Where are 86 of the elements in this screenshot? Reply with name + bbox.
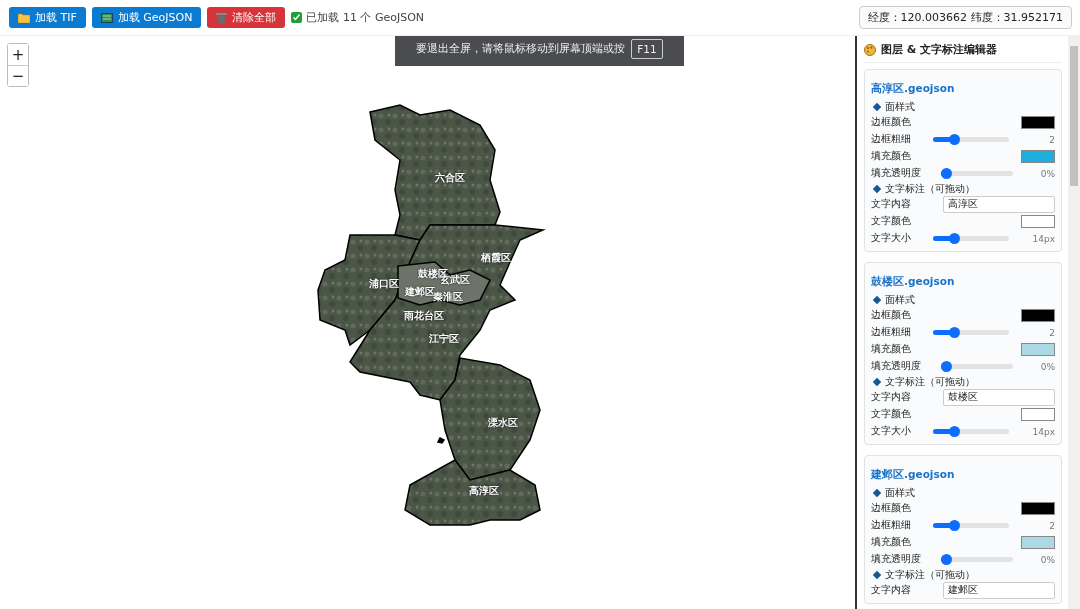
layer-title: 鼓楼区.geojson	[871, 275, 955, 289]
slider-track[interactable]	[933, 236, 1009, 241]
field-label: 边框粗细	[871, 326, 912, 339]
slider-value: 0%	[1040, 168, 1055, 179]
map-label[interactable]: 溧水区	[488, 416, 518, 430]
map-label[interactable]: 江宁区	[429, 332, 459, 346]
slider-value: 0%	[1040, 554, 1055, 565]
section-heading: 文字标注（可拖动）	[885, 182, 975, 196]
load-button[interactable]: 加载 GeoJSON	[91, 7, 202, 28]
field-label: 填充颜色	[871, 150, 912, 163]
field-label: 填充透明度	[871, 167, 922, 180]
section-heading: 面样式	[885, 486, 915, 500]
map-label[interactable]: 六合区	[435, 171, 465, 185]
slider-value: 14px	[1032, 233, 1055, 244]
slider-track[interactable]	[933, 523, 1009, 528]
field-label: 文字颜色	[871, 408, 912, 421]
slider-track[interactable]	[933, 330, 1009, 335]
color-swatch[interactable]	[1021, 536, 1055, 549]
section-heading: 文字标注（可拖动）	[885, 568, 975, 582]
field-label: 填充颜色	[871, 343, 912, 356]
slider-track[interactable]	[941, 171, 1013, 176]
field-label: 边框颜色	[871, 502, 912, 515]
slider-value: 2	[1049, 520, 1055, 531]
field-label: 边框粗细	[871, 519, 912, 532]
slider-value: 2	[1049, 134, 1055, 145]
key-label: F11	[631, 39, 663, 59]
text-input[interactable]: 鼓楼区	[943, 389, 1055, 406]
map-label[interactable]: 高淳区	[469, 484, 499, 498]
section-heading: 文字标注（可拖动）	[885, 375, 975, 389]
checkbox[interactable]	[291, 12, 303, 23]
slider-thumb[interactable]	[941, 168, 952, 179]
slider-thumb[interactable]	[949, 233, 961, 244]
color-swatch[interactable]	[1021, 309, 1055, 322]
map-icon	[100, 12, 113, 23]
scrollbar[interactable]	[1068, 36, 1080, 609]
layer-title: 建邺区.geojson	[871, 468, 955, 482]
map-label[interactable]: 雨花台区	[404, 309, 444, 323]
palette-icon	[864, 43, 876, 56]
field-label: 边框粗细	[871, 133, 912, 146]
layer-title: 高淳区.geojson	[871, 82, 955, 96]
slider-thumb[interactable]	[941, 361, 952, 372]
color-swatch[interactable]	[1021, 343, 1055, 356]
slider-thumb[interactable]	[949, 426, 961, 437]
trash-icon	[216, 11, 228, 24]
color-swatch[interactable]	[1021, 408, 1055, 421]
field-label: 填充颜色	[871, 536, 912, 549]
field-label: 文字内容	[871, 391, 912, 404]
map-label[interactable]: 浦口区	[369, 277, 399, 291]
field-label: 边框颜色	[871, 116, 912, 129]
field-label: 填充透明度	[871, 360, 922, 373]
section-heading: 面样式	[885, 100, 915, 114]
field-label: 文字内容	[871, 584, 912, 597]
coordinates-display: 经度：120.003662 纬度：31.952171	[858, 6, 1072, 29]
notice-text: 要退出全屏，请将鼠标移动到屏幕顶端或按	[416, 42, 626, 56]
text-input[interactable]: 高淳区	[943, 196, 1055, 213]
field-label: 文字颜色	[871, 215, 912, 228]
map-label[interactable]: 秦淮区	[433, 290, 463, 304]
field-label: 文字大小	[871, 425, 912, 438]
map-label[interactable]: 栖霞区	[481, 251, 511, 265]
slider-thumb[interactable]	[949, 134, 961, 145]
slider-track[interactable]	[941, 364, 1013, 369]
slider-value: 2	[1049, 327, 1055, 338]
status-text: 已加载 11 个 GeoJSON	[306, 10, 425, 25]
field-label: 边框颜色	[871, 309, 912, 322]
text-input[interactable]: 建邺区	[943, 582, 1055, 599]
section-heading: 面样式	[885, 293, 915, 307]
color-swatch[interactable]	[1021, 116, 1055, 129]
panel-title: 图层 & 文字标注编辑器	[881, 42, 998, 57]
slider-track[interactable]	[933, 137, 1009, 142]
field-label: 填充透明度	[871, 553, 922, 566]
clear-button[interactable]: 清除全部	[207, 7, 286, 28]
color-swatch[interactable]	[1021, 150, 1055, 163]
slider-track[interactable]	[933, 429, 1009, 434]
slider-thumb[interactable]	[941, 554, 952, 565]
slider-track[interactable]	[941, 557, 1013, 562]
field-label: 文字内容	[871, 198, 912, 211]
zoom-out-button[interactable]: −	[8, 65, 28, 86]
field-label: 文字大小	[871, 232, 912, 245]
color-swatch[interactable]	[1021, 215, 1055, 228]
slider-thumb[interactable]	[949, 327, 961, 338]
load-button[interactable]: 加载 TIF	[9, 7, 86, 28]
slider-value: 14px	[1032, 426, 1055, 437]
folder-icon	[18, 12, 30, 23]
slider-thumb[interactable]	[949, 520, 961, 531]
slider-value: 0%	[1040, 361, 1055, 372]
color-swatch[interactable]	[1021, 502, 1055, 515]
